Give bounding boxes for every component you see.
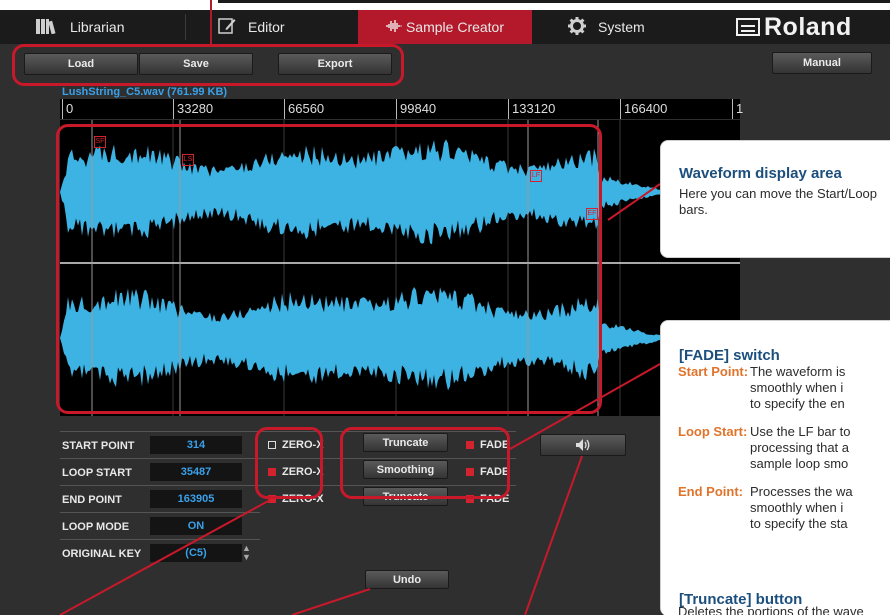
- callout-text: bars.: [679, 202, 708, 217]
- key-stepper-icon[interactable]: ▲ ▼: [242, 544, 251, 562]
- edit-icon: [218, 17, 236, 38]
- original-key-label: ORIGINAL KEY: [62, 548, 142, 560]
- zero-cross-label: ZERO-X: [282, 466, 324, 478]
- smoothing-button[interactable]: Smoothing: [363, 460, 448, 479]
- tab-label: System: [598, 19, 645, 35]
- fade-label: FADE: [480, 493, 510, 505]
- tab-label: Sample Creator: [405, 19, 505, 35]
- ruler-tick: 99840: [396, 99, 436, 119]
- top-strip: [0, 0, 890, 10]
- fade-description: The waveform is smoothly when i to speci…: [750, 364, 846, 411]
- fade-term: Loop Start:: [678, 424, 748, 439]
- sample-ruler: 0 33280 66560 99840 133120 166400 1: [60, 99, 743, 119]
- waveform-callout: Waveform display area Here you can move …: [660, 140, 890, 258]
- fade-end-switch[interactable]: [466, 495, 474, 503]
- truncate-start-button[interactable]: Truncate: [363, 433, 448, 452]
- ruler-tick: 166400: [620, 99, 667, 119]
- callout-text: Here you can move the Start/Loop: [679, 186, 878, 201]
- roland-mark-icon: [736, 18, 760, 36]
- start-point-value[interactable]: 314: [150, 436, 242, 454]
- loop-start-value[interactable]: 35487: [150, 463, 242, 481]
- undo-button[interactable]: Undo: [365, 570, 449, 589]
- tab-librarian[interactable]: Librarian: [36, 10, 176, 44]
- original-key-value[interactable]: (C5): [150, 544, 242, 562]
- zero-cross-start-checkbox[interactable]: [268, 441, 276, 449]
- main-tab-bar: Librarian Editor Sample Creator System R…: [0, 10, 890, 44]
- top-rule: [218, 0, 890, 3]
- end-point-label: END POINT: [62, 494, 122, 506]
- callout-leader-line: [210, 0, 212, 44]
- zero-cross-highlight: [255, 427, 323, 499]
- truncate-end-button[interactable]: Truncate: [363, 487, 448, 506]
- brand-name: Roland: [764, 12, 852, 41]
- zero-cross-end-checkbox[interactable]: [268, 495, 276, 503]
- tab-editor[interactable]: Editor: [218, 10, 358, 44]
- ruler-tick: 133120: [508, 99, 555, 119]
- fade-description: Use the LF bar to processing that a samp…: [750, 424, 851, 471]
- zero-cross-label: ZERO-X: [282, 439, 324, 451]
- books-icon: [36, 18, 58, 37]
- start-point-marker[interactable]: SF: [94, 136, 106, 148]
- row-divider: [60, 539, 260, 540]
- loop-mode-value[interactable]: ON: [150, 517, 242, 535]
- ruler-tick: 33280: [173, 99, 213, 119]
- waveform-svg: [60, 120, 740, 416]
- end-point-marker[interactable]: EF: [586, 208, 598, 220]
- fade-term: End Point:: [678, 484, 743, 499]
- roland-logo: Roland: [736, 12, 852, 42]
- callout-title: Waveform display area: [679, 165, 842, 182]
- end-point-value[interactable]: 163905: [150, 490, 242, 508]
- callout-title: [FADE] switch: [679, 347, 780, 364]
- tab-sample-creator[interactable]: Sample Creator: [358, 10, 532, 44]
- tab-system[interactable]: System: [568, 10, 708, 44]
- tab-divider: [185, 14, 186, 40]
- fade-term: Start Point:: [678, 364, 749, 379]
- row-divider: [60, 431, 516, 432]
- row-divider: [60, 458, 516, 459]
- truncate-callout-text: Deletes the portions of the wave: [678, 604, 864, 615]
- ruler-tick: 0: [62, 99, 73, 119]
- zero-cross-label: ZERO-X: [282, 493, 324, 505]
- file-name: LushString_C5.wav (761.99 KB): [62, 86, 228, 98]
- save-button[interactable]: Save: [139, 53, 253, 75]
- tab-label: Librarian: [70, 19, 125, 35]
- fade-label: FADE: [480, 466, 510, 478]
- fade-loop-switch[interactable]: [466, 468, 474, 476]
- loop-mode-label: LOOP MODE: [62, 521, 130, 533]
- fade-start-switch[interactable]: [466, 441, 474, 449]
- start-point-label: START POINT: [62, 440, 135, 452]
- waveform-display[interactable]: SF LS LF EF: [60, 120, 740, 416]
- loop-end-marker[interactable]: LF: [530, 170, 542, 182]
- preview-button[interactable]: [540, 434, 626, 456]
- row-divider: [60, 485, 516, 486]
- gear-icon: [568, 16, 586, 38]
- loop-start-label: LOOP START: [62, 467, 132, 479]
- loop-start-marker[interactable]: LS: [182, 154, 194, 166]
- row-divider: [60, 512, 260, 513]
- fade-description: Processes the wa smoothly when i to spec…: [750, 484, 853, 531]
- load-button[interactable]: Load: [24, 53, 138, 75]
- waveform-icon: [386, 19, 402, 35]
- ruler-tick: 1: [732, 99, 743, 119]
- speaker-icon: [576, 439, 590, 451]
- sample-creator-page: Librarian Editor Sample Creator System R…: [0, 0, 890, 615]
- export-button[interactable]: Export: [278, 53, 392, 75]
- ruler-tick: 66560: [284, 99, 324, 119]
- tab-label: Editor: [248, 19, 285, 35]
- manual-button[interactable]: Manual: [772, 52, 872, 74]
- zero-cross-loop-checkbox[interactable]: [268, 468, 276, 476]
- fade-label: FADE: [480, 439, 510, 451]
